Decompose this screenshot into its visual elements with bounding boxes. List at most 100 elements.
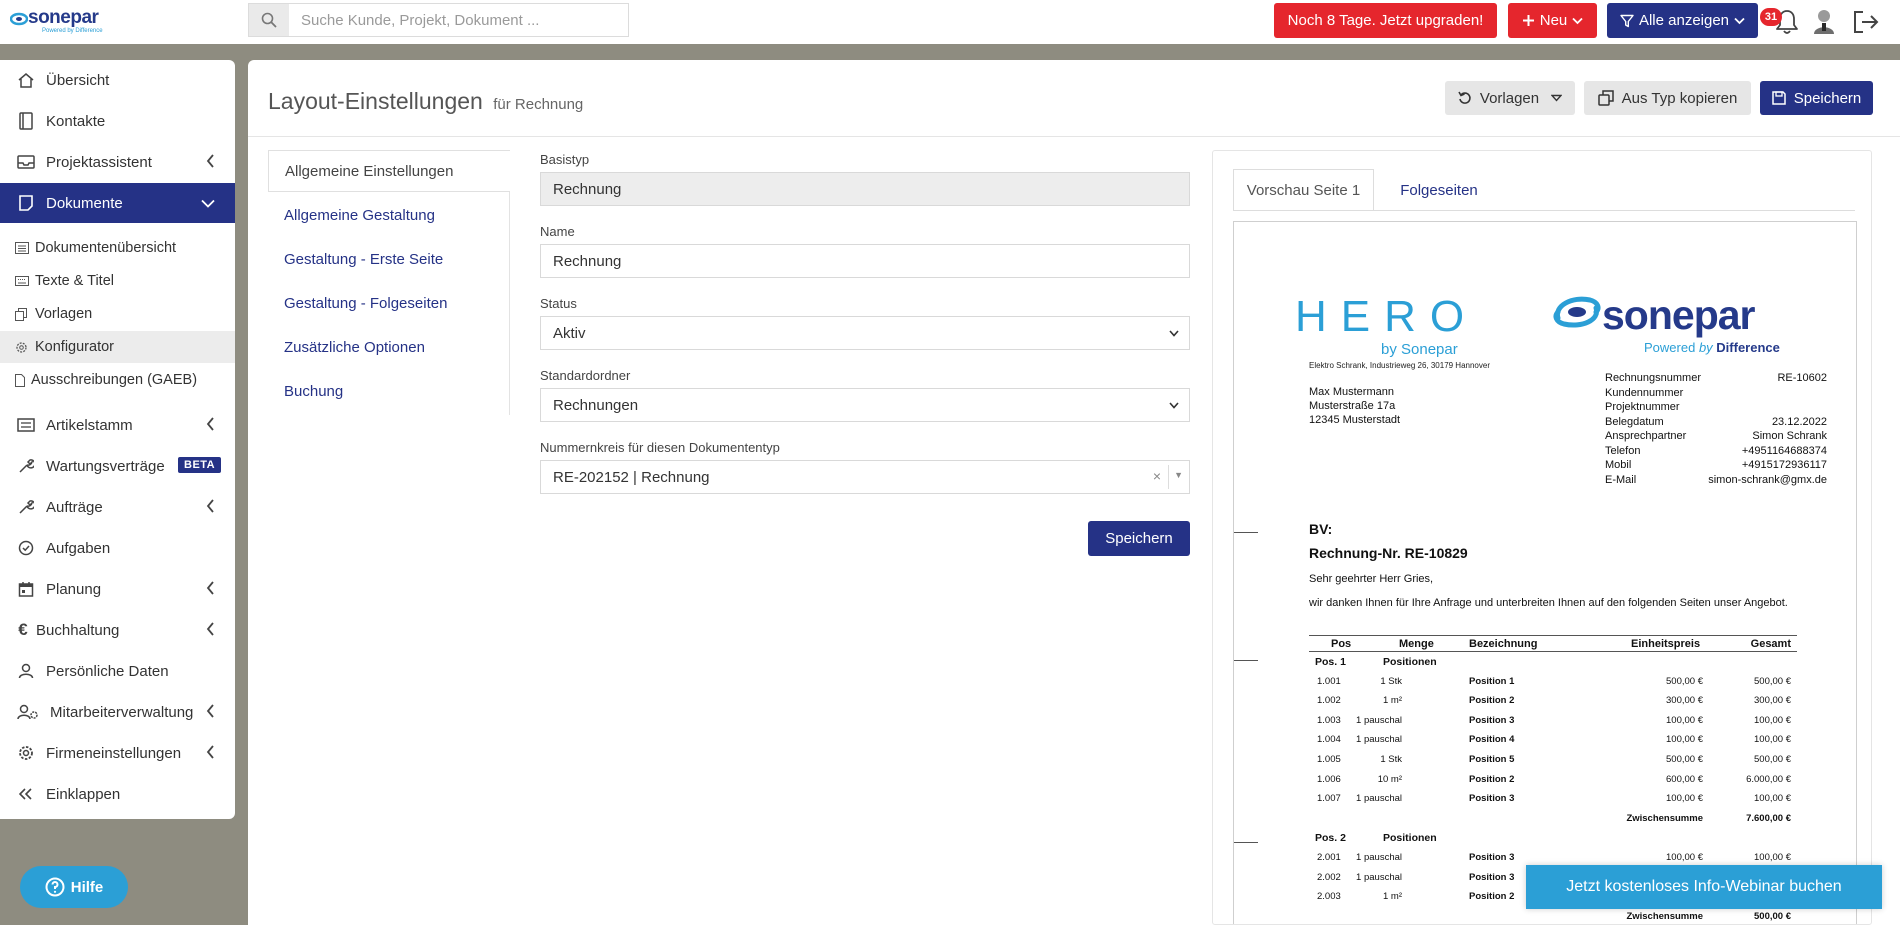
address-line: 12345 Musterstadt <box>1309 414 1401 426</box>
form-save-button[interactable]: Speichern <box>1088 521 1190 556</box>
nummernkreis-select[interactable]: RE-202152 | Rechnung × ▼ <box>540 460 1190 494</box>
tab-allgemeine-gestaltung[interactable]: Allgemeine Gestaltung <box>268 194 510 236</box>
caret-down-icon[interactable]: ▼ <box>1174 470 1183 480</box>
cell-qty: 1 pauschal <box>1356 851 1402 863</box>
cell-qty: 1 Stk <box>1380 753 1402 765</box>
tab-gestaltung-erste-seite[interactable]: Gestaltung - Erste Seite <box>268 238 510 280</box>
copy-from-type-button[interactable]: Aus Typ kopieren <box>1584 81 1751 115</box>
cell-pos: 1.005 <box>1317 753 1341 765</box>
new-label: Neu <box>1539 12 1568 29</box>
filter-button[interactable]: Alle anzeigen <box>1607 3 1758 38</box>
chevron-left-icon <box>206 581 214 595</box>
sidebar-item-planung[interactable]: Planung <box>0 569 235 609</box>
cell-unit-price: 300,00 € <box>1666 695 1703 707</box>
table-header: Pos Menge Bezeichnung Einheitspreis Gesa… <box>1309 635 1797 652</box>
cell-pos: 1.007 <box>1317 793 1341 805</box>
meta-row: Mobil +4915172936117 <box>1605 458 1827 473</box>
sidebar-item-firmeneinstellungen[interactable]: Firmeneinstellungen <box>0 733 235 773</box>
search-input[interactable] <box>289 4 628 36</box>
basistyp-field: Rechnung <box>540 172 1190 206</box>
document-preview: HERO by Sonepar Elektro Schrank, Industr… <box>1233 221 1857 924</box>
sidebar-item-uebersicht[interactable]: Übersicht <box>0 60 235 100</box>
sidebar-item-label: Planung <box>46 580 102 598</box>
sidebar-item-wartungsvertraege[interactable]: Wartungsverträge BETA <box>0 446 235 486</box>
search-icon <box>261 12 277 28</box>
document-icon <box>16 195 36 211</box>
table-row: 1.002 1 m² Position 2 300,00 € 300,00 € <box>1309 691 1797 711</box>
cell-unit-price: 500,00 € <box>1666 675 1703 687</box>
meta-key: Projektnummer <box>1605 401 1680 413</box>
copy-icon <box>1597 90 1614 106</box>
new-button[interactable]: Neu <box>1508 3 1597 38</box>
meta-row: Projektnummer <box>1605 400 1827 415</box>
sonepar-logo-icon <box>10 12 28 26</box>
sidebar-item-persoenliche-daten[interactable]: Persönliche Daten <box>0 651 235 691</box>
clear-icon[interactable]: × <box>1153 468 1161 484</box>
copy-from-type-label: Aus Typ kopieren <box>1621 89 1738 107</box>
meta-value: +4951164688374 <box>1741 444 1827 457</box>
standardordner-select[interactable]: Rechnungen <box>540 388 1190 422</box>
chevron-down-icon <box>1169 402 1179 409</box>
sidebar-subitem-label: Ausschreibungen (GAEB) <box>31 372 198 388</box>
sidebar-item-buchhaltung[interactable]: € Buchhaltung <box>0 610 235 650</box>
tab-gestaltung-folgeseiten[interactable]: Gestaltung - Folgeseiten <box>268 282 510 324</box>
sidebar-subitem-gaeb[interactable]: Ausschreibungen (GAEB) <box>0 364 235 396</box>
tab-folgeseiten[interactable]: Folgeseiten <box>1379 169 1499 211</box>
sidebar-item-artikelstamm[interactable]: Artikelstamm <box>0 405 235 445</box>
sidebar-item-label: Artikelstamm <box>46 416 133 434</box>
webinar-booking-button[interactable]: Jetzt kostenloses Info-Webinar buchen <box>1526 865 1882 909</box>
logout-icon[interactable] <box>1852 10 1880 34</box>
nummernkreis-label: Nummernkreis für diesen Dokumententyp <box>540 440 780 455</box>
upgrade-button[interactable]: Noch 8 Tage. Jetzt upgraden! <box>1274 3 1497 38</box>
sidebar-subitem-dokumentenuebersicht[interactable]: Dokumentenübersicht <box>0 232 235 264</box>
group-pos: Pos. 2 <box>1315 832 1346 845</box>
sidebar-collapse-button[interactable]: Einklappen <box>0 774 235 814</box>
sonepar-logo[interactable]: sonepar Powered by Difference <box>10 6 110 38</box>
cell-desc: Position 3 <box>1469 793 1515 805</box>
sidebar-item-mitarbeiterverwaltung[interactable]: Mitarbeiterverwaltung <box>0 692 235 732</box>
sidebar-subitem-vorlagen[interactable]: Vorlagen <box>0 298 235 330</box>
sidebar-item-aufgaben[interactable]: Aufgaben <box>0 528 235 568</box>
cell-desc: Position 5 <box>1469 753 1515 765</box>
name-value: Rechnung <box>553 252 622 270</box>
page-subtitle: für Rechnung <box>493 96 584 113</box>
document-meta: Rechnungsnummer RE-10602 Kundennummer Proje… <box>1605 371 1827 487</box>
undo-icon <box>1458 91 1471 104</box>
list-icon <box>16 418 36 432</box>
save-button[interactable]: Speichern <box>1760 81 1873 115</box>
sidebar-item-kontakte[interactable]: Kontakte <box>0 101 235 141</box>
home-icon <box>16 72 36 88</box>
cell-total: 500,00 € <box>1754 753 1791 765</box>
table-row: 1.001 1 Stk Position 1 500,00 € 500,00 € <box>1309 672 1797 692</box>
sidebar-item-projektassistent[interactable]: Projektassistent <box>0 142 235 182</box>
sidebar-item-auftraege[interactable]: Aufträge <box>0 487 235 527</box>
page-title: Layout-Einstellungen für Rechnung <box>268 88 583 115</box>
tab-allgemeine-einstellungen[interactable]: Allgemeine Einstellungen <box>268 150 510 192</box>
vorlagen-button[interactable]: Vorlagen <box>1445 81 1575 115</box>
sidebar: Übersicht Kontakte Projektassistent Doku… <box>0 60 235 819</box>
tab-vorschau-seite-1[interactable]: Vorschau Seite 1 <box>1233 169 1374 211</box>
cell-desc: Position 3 <box>1469 714 1515 726</box>
tab-zusaetzliche-optionen[interactable]: Zusätzliche Optionen <box>268 326 510 368</box>
user-avatar-icon[interactable] <box>1813 9 1835 35</box>
cell-desc: Position 3 <box>1469 871 1515 883</box>
chevron-left-icon <box>206 704 214 718</box>
search-button[interactable] <box>249 4 289 36</box>
sidebar-subitem-konfigurator[interactable]: Konfigurator <box>0 331 235 363</box>
cell-total: 100,00 € <box>1754 734 1791 746</box>
name-input[interactable]: Rechnung <box>540 244 1190 278</box>
sidebar-subitem-texte[interactable]: Texte & Titel <box>0 265 235 297</box>
chevron-left-icon <box>206 499 214 513</box>
cell-pos: 1.002 <box>1317 695 1341 707</box>
help-button[interactable]: Hilfe <box>20 866 128 908</box>
check-circle-icon <box>16 540 36 556</box>
sonepar-logo-text: sonepar <box>1602 292 1755 338</box>
cell-total: 6.000,00 € <box>1746 773 1791 785</box>
tab-buchung[interactable]: Buchung <box>268 370 510 412</box>
meta-value: +4915172936117 <box>1741 459 1827 471</box>
table-row: 1.004 1 pauschal Position 4 100,00 € 100,00 … <box>1309 730 1797 750</box>
chevron-left-icon <box>206 622 214 636</box>
fold-mark <box>1234 842 1258 843</box>
status-select[interactable]: Aktiv <box>540 316 1190 350</box>
sidebar-item-dokumente[interactable]: Dokumente <box>0 183 235 223</box>
